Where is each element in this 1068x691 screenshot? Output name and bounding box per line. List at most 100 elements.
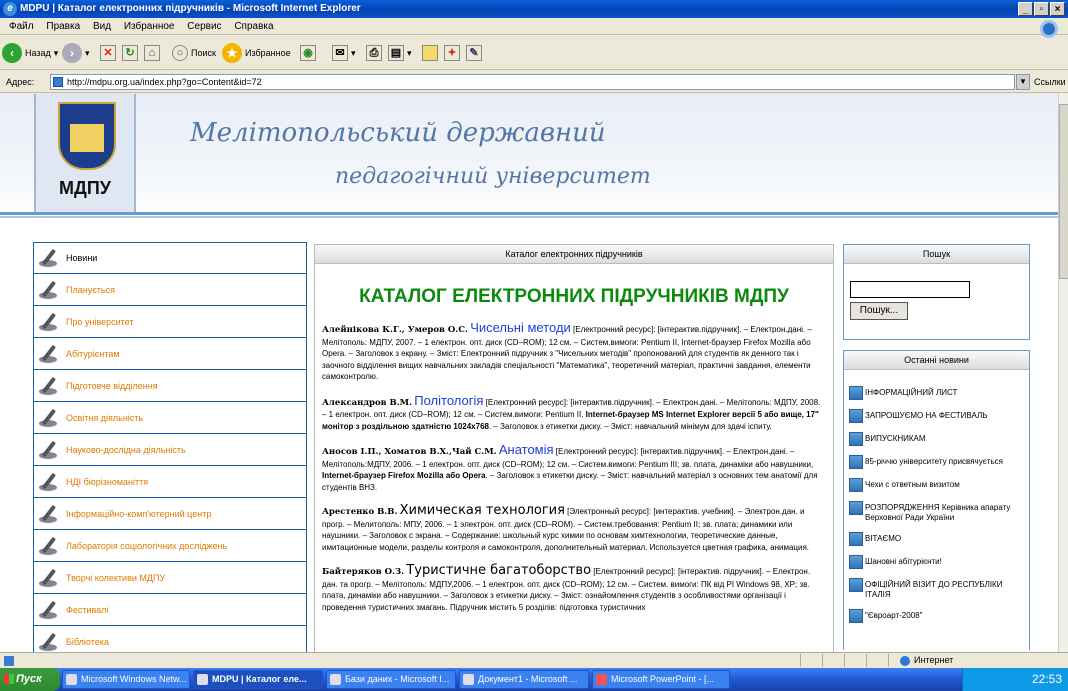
- news-item[interactable]: ІНФОРМАЦІЙНИЙ ЛИСТ: [844, 386, 1029, 400]
- messenger-button[interactable]: ✦: [444, 42, 460, 64]
- nav-item-education[interactable]: Освітня діяльність: [33, 402, 307, 434]
- book-title-link[interactable]: Химическая технология: [400, 503, 565, 518]
- catalog-entry: Александров В.М. Політологія [Електронни…: [322, 392, 821, 431]
- menu-tools[interactable]: Сервис: [187, 21, 221, 32]
- quill-icon: [37, 598, 65, 622]
- nav-item-it-center[interactable]: Інформаційно-комп'ютерний центр: [33, 498, 307, 530]
- ie-icon: [197, 674, 208, 685]
- messenger-icon: ✦: [444, 45, 460, 61]
- start-button[interactable]: Пуск: [0, 668, 60, 691]
- media-button[interactable]: ◉: [300, 42, 316, 64]
- menu-file[interactable]: Файл: [9, 21, 34, 32]
- taskbar-item[interactable]: Microsoft Windows Netw...: [62, 670, 190, 689]
- news-item[interactable]: ОФІЦІЙНИЙ ВІЗИТ ДО РЕСПУБЛІКИ ІТАЛІЯ: [844, 578, 1029, 600]
- menu-favorites[interactable]: Избранное: [124, 21, 175, 32]
- book-title-link[interactable]: Туристичне багатоборство: [406, 563, 591, 578]
- refresh-button[interactable]: ↻: [122, 42, 138, 64]
- news-item[interactable]: 85-річчю університету присвячується: [844, 455, 1029, 469]
- news-panel-header: Останні новини: [844, 351, 1029, 370]
- nav-item-applicants[interactable]: Абітурієнтам: [33, 338, 307, 370]
- logo-panel: МДПУ: [34, 94, 136, 214]
- folder-button[interactable]: [422, 42, 438, 64]
- taskbar-item-active[interactable]: MDPU | Каталог еле...: [193, 670, 323, 689]
- address-label: Адрес:: [6, 77, 35, 87]
- home-button[interactable]: ⌂: [144, 42, 160, 64]
- edit-button[interactable]: ▤ ▾: [388, 42, 412, 64]
- taskbar-item[interactable]: Microsoft PowerPoint - [...: [592, 670, 730, 689]
- news-item[interactable]: "Євроарт-2008": [844, 609, 1029, 623]
- research-button[interactable]: ✎: [466, 42, 482, 64]
- back-button[interactable]: ‹ Назад ▾: [2, 42, 58, 64]
- system-tray: 22:53: [962, 668, 1068, 691]
- catalog-entry: Алейнікова К.Г., Умеров О.С. Чисельні ме…: [322, 320, 812, 381]
- menu-view[interactable]: Вид: [93, 21, 111, 32]
- news-icon: [849, 409, 863, 423]
- news-icon: [849, 532, 863, 546]
- book-title-link[interactable]: Політологія: [414, 393, 483, 408]
- minimize-button[interactable]: _: [1018, 2, 1033, 16]
- news-item[interactable]: Чехи с ответным визитом: [844, 478, 1029, 492]
- quill-icon: [37, 278, 65, 302]
- forward-button[interactable]: › ▾: [62, 42, 90, 64]
- search-input[interactable]: [850, 281, 970, 298]
- news-item[interactable]: Шановні абітурієнти!: [844, 555, 1029, 569]
- nav-item-sociology-lab[interactable]: Лабораторія соціологічних досліджень: [33, 530, 307, 562]
- book-title-link[interactable]: Анатомія: [499, 442, 554, 457]
- quill-icon: [37, 406, 65, 430]
- page-status-icon: [4, 656, 14, 666]
- search-button[interactable]: ○ Поиск: [172, 42, 216, 64]
- menu-edit[interactable]: Правка: [46, 21, 80, 32]
- taskbar-item[interactable]: Документ1 - Microsoft ...: [459, 670, 589, 689]
- mail-button[interactable]: ✉ ▾: [332, 42, 356, 64]
- news-icon: [849, 555, 863, 569]
- taskbar: Пуск Microsoft Windows Netw... MDPU | Ка…: [0, 668, 1068, 691]
- favorites-button[interactable]: ★ Избранное: [222, 42, 291, 64]
- search-icon: ○: [172, 45, 188, 61]
- nav-item-creative-groups[interactable]: Творчі колективи МДПУ: [33, 562, 307, 594]
- window-titlebar[interactable]: e MDPU | Каталог електронних підручників…: [0, 0, 1068, 18]
- news-item[interactable]: ВИПУСКНИКАМ: [844, 432, 1029, 446]
- print-icon: ⎙: [366, 45, 382, 61]
- quill-icon: [37, 566, 65, 590]
- book-title-link[interactable]: Чисельні методи: [470, 320, 571, 335]
- university-name-line2: педагогічний університет: [335, 164, 651, 189]
- menu-help[interactable]: Справка: [234, 21, 273, 32]
- nav-item-library[interactable]: Бібліотека: [33, 626, 307, 652]
- globe-icon: [900, 656, 910, 666]
- news-item[interactable]: ЗАПРОШУЄМО НА ФЕСТИВАЛЬ: [844, 409, 1029, 423]
- windows-flag-icon: [4, 674, 14, 684]
- toolbar: ‹ Назад ▾ › ▾ ✕ ↻ ⌂ ○ Поиск ★ Избранное ◉ …: [0, 36, 1068, 70]
- close-button[interactable]: ×: [1050, 2, 1065, 16]
- scrollbar-thumb[interactable]: [1059, 104, 1068, 279]
- left-navigation: Новини Планується Про університет Абітур…: [33, 242, 307, 652]
- vertical-scrollbar[interactable]: [1058, 94, 1068, 652]
- nav-item-news[interactable]: Новини: [33, 242, 307, 274]
- quill-icon: [37, 630, 65, 653]
- taskbar-item[interactable]: Бази даних - Microsoft I...: [326, 670, 456, 689]
- page-viewport: МДПУ Мелітопольський державний педагогіч…: [0, 94, 1058, 652]
- quill-icon: [37, 534, 65, 558]
- back-arrow-icon: ‹: [2, 43, 22, 63]
- news-item[interactable]: РОЗПОРЯДЖЕННЯ Керівника апарату Верховно…: [844, 501, 1029, 523]
- nav-item-about[interactable]: Про університет: [33, 306, 307, 338]
- news-icon: [849, 578, 863, 592]
- address-dropdown-button[interactable]: ▼: [1016, 74, 1030, 90]
- ie-icon: e: [3, 2, 17, 16]
- nav-item-preparatory[interactable]: Підготовче відділення: [33, 370, 307, 402]
- stop-button[interactable]: ✕: [100, 42, 116, 64]
- address-input[interactable]: http://mdpu.org.ua/index.php?go=Content&…: [50, 74, 1015, 90]
- search-submit-button[interactable]: Пошук...: [850, 302, 908, 320]
- maximize-button[interactable]: ▫: [1034, 2, 1049, 16]
- news-item[interactable]: ВІТАЄМО: [844, 532, 1029, 546]
- nav-item-biodiversity[interactable]: НДІ біорізноманіття: [33, 466, 307, 498]
- nav-item-planned[interactable]: Планується: [33, 274, 307, 306]
- logo-text: МДПУ: [59, 178, 111, 198]
- catalog-panel: Каталог електронних підручників КАТАЛОГ …: [314, 244, 834, 652]
- links-button[interactable]: Ссылки: [1034, 71, 1066, 93]
- print-button[interactable]: ⎙: [366, 42, 382, 64]
- page-icon: [53, 77, 63, 87]
- news-icon: [849, 478, 863, 492]
- clock[interactable]: 22:53: [1032, 672, 1062, 686]
- nav-item-research[interactable]: Науково-дослідна діяльність: [33, 434, 307, 466]
- nav-item-festivals[interactable]: Фестивалі: [33, 594, 307, 626]
